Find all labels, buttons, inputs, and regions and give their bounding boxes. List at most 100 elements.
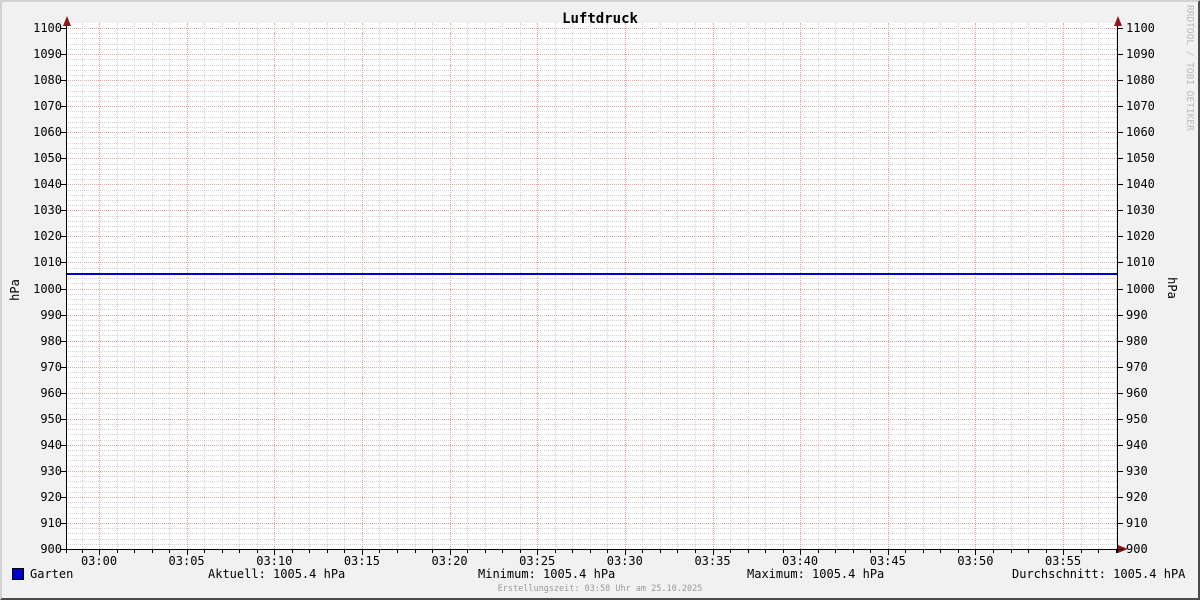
gridline-h-minor: [66, 424, 1117, 425]
y-tick: [1117, 366, 1123, 368]
legend-stat-durchschnitt: Durchschnitt: 1005.4 hPA: [1012, 567, 1186, 581]
gridline-h-major: [66, 470, 1117, 472]
gridline-h-minor: [66, 319, 1117, 321]
creation-timestamp: Erstellungszeit: 03:58 Uhr am 25.10.2025: [497, 584, 703, 594]
gridline-h-major: [66, 314, 1117, 316]
gridline-h-minor: [66, 476, 1117, 478]
gridline-v-minor: [81, 23, 83, 549]
y-tick: [1117, 392, 1123, 394]
gridline-v-minor: [765, 23, 767, 549]
y-tick-label: 1010: [1126, 255, 1155, 270]
gridline-v-major: [624, 23, 626, 549]
y-tick: [1117, 549, 1123, 550]
y-axis-right-arrow-icon: [1114, 16, 1122, 26]
gridline-h-minor: [66, 377, 1117, 379]
gridline-v-minor: [309, 23, 311, 549]
gridline-h-minor: [66, 397, 1117, 399]
gridline-h-minor: [66, 246, 1117, 248]
x-tick: [116, 550, 118, 553]
gridline-v-major: [537, 23, 539, 549]
gridline-h-minor: [66, 205, 1117, 207]
y-tick-label: 1090: [1126, 47, 1155, 62]
gridline-h-major: [66, 132, 1117, 134]
x-tick-label: 03:25: [519, 554, 556, 568]
gridline-h-major: [66, 522, 1117, 524]
y-tick-label: 1000: [33, 281, 62, 296]
y-tick: [1117, 184, 1123, 186]
y-tick-label: 1040: [1126, 177, 1155, 192]
x-tick: [134, 550, 136, 553]
gridline-h-minor: [66, 345, 1117, 347]
gridline-h-minor: [66, 408, 1117, 410]
legend-color-swatch: [12, 568, 24, 580]
y-tick-label: 1000: [1126, 281, 1155, 296]
x-tick: [765, 550, 767, 553]
x-tick: [589, 550, 591, 553]
y-tick-label: 920: [1126, 489, 1148, 504]
y-tick: [1117, 80, 1123, 82]
gridline-h-minor: [66, 226, 1117, 227]
legend-stat-maximum: Maximum: 1005.4 hPa: [747, 567, 885, 581]
gridline-v-minor: [502, 23, 504, 549]
y-tick-label: 1050: [1126, 151, 1155, 166]
gridline-v-major: [99, 23, 100, 549]
y-tick-label: 1100: [33, 21, 62, 35]
y-tick: [1117, 210, 1123, 212]
gridline-v-minor: [870, 23, 872, 549]
gridline-v-minor: [905, 23, 907, 549]
y-tick-label: 1020: [33, 229, 62, 244]
gridline-v-minor: [1098, 23, 1100, 549]
gridline-v-major: [975, 23, 977, 549]
rrd-graph: RRDTOOL / TOBI OETIKER Luftdruck hPa hPa…: [0, 0, 1200, 600]
gridline-h-major: [66, 106, 1117, 108]
gridline-h-major: [66, 54, 1117, 56]
x-tick: [607, 550, 609, 553]
x-tick: [870, 550, 872, 553]
x-tick: [730, 550, 731, 553]
x-tick: [747, 550, 749, 553]
y-tick-label: 970: [1126, 359, 1148, 374]
gridline-h-minor: [66, 403, 1117, 405]
gridline-v-minor: [116, 23, 118, 549]
y-tick-label: 930: [40, 463, 62, 478]
gridline-h-major: [66, 496, 1117, 498]
gridline-h-minor: [66, 512, 1117, 514]
gridline-h-minor: [66, 460, 1117, 462]
gridline-h-minor: [66, 293, 1117, 295]
x-tick: [467, 550, 469, 553]
x-tick: [151, 550, 153, 553]
x-tick: [309, 550, 311, 553]
y-tick: [1117, 132, 1123, 134]
gridline-h-minor: [66, 267, 1117, 269]
y-tick-label: 910: [40, 516, 62, 530]
gridline-v-minor: [659, 23, 661, 549]
gridline-v-minor: [642, 23, 644, 549]
gridline-h-minor: [66, 38, 1117, 40]
y-tick: [1117, 340, 1123, 342]
x-tick: [554, 550, 556, 553]
gridline-v-minor: [1080, 23, 1082, 549]
gridline-h-minor: [66, 163, 1117, 165]
gridline-v-minor: [221, 23, 223, 549]
gridline-h-minor: [66, 335, 1117, 337]
gridline-h-major: [66, 366, 1117, 368]
x-tick-label: 03:35: [694, 554, 731, 568]
y-tick: [1117, 288, 1123, 290]
gridline-v-major: [887, 23, 889, 549]
gridline-h-minor: [66, 194, 1117, 196]
gridline-h-minor: [66, 252, 1117, 253]
y-tick: [1117, 54, 1123, 56]
gridline-h-minor: [66, 231, 1117, 233]
x-tick: [221, 550, 223, 553]
gridline-h-major: [66, 184, 1117, 186]
y-tick-label: 1030: [33, 203, 62, 218]
x-tick: [1010, 550, 1012, 553]
gridline-v-minor: [397, 23, 398, 549]
x-tick: [1080, 550, 1082, 553]
y-tick-label: 960: [40, 385, 62, 400]
x-tick: [642, 550, 644, 553]
gridline-v-minor: [730, 23, 731, 549]
gridline-v-minor: [852, 23, 854, 549]
gridline-h-minor: [66, 137, 1117, 139]
y-tick: [1117, 158, 1123, 160]
